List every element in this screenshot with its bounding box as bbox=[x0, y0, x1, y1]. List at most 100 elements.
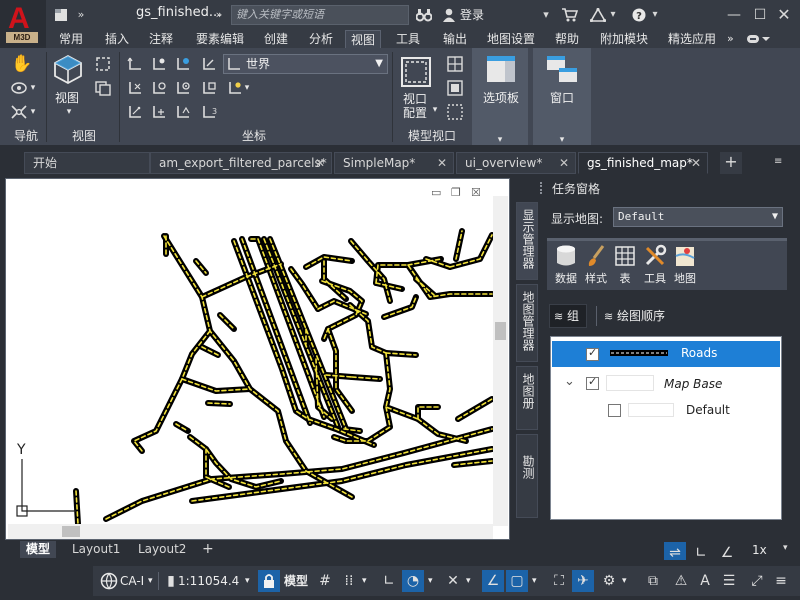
window-dropdown-icon[interactable]: ▾ bbox=[553, 132, 571, 148]
zoom-dropdown-icon[interactable]: ▾ bbox=[28, 104, 38, 120]
layout-tab-model[interactable]: 模型 bbox=[20, 541, 57, 558]
viewport-restore-icon[interactable] bbox=[446, 104, 464, 124]
quick-access-more-icon[interactable]: » bbox=[74, 0, 88, 30]
doc-tab[interactable]: SimpleMap* ✕ bbox=[334, 152, 454, 174]
table-tool-button[interactable]: 表 bbox=[610, 244, 640, 286]
autodesk-app-icon[interactable] bbox=[588, 0, 608, 33]
road-map-drawing[interactable] bbox=[6, 179, 493, 524]
task-pane-grip[interactable] bbox=[540, 182, 546, 194]
map-scale-label[interactable]: 1:11054.4 bbox=[178, 570, 239, 592]
ucs-world-icon[interactable] bbox=[200, 56, 218, 76]
tools-tool-button[interactable]: 工具 bbox=[640, 244, 670, 286]
viewport-minimize-icon[interactable]: ▭ bbox=[431, 186, 441, 199]
style-tool-button[interactable]: 样式 bbox=[581, 244, 611, 286]
zoom-extents-icon[interactable] bbox=[10, 104, 28, 124]
horizontal-scrollbar-thumb[interactable] bbox=[62, 526, 80, 537]
viewport-config-icon[interactable] bbox=[400, 56, 432, 88]
orbit-icon[interactable] bbox=[10, 80, 28, 100]
layer-visibility-checkbox[interactable] bbox=[586, 346, 599, 361]
chevron-down-icon[interactable]: ⌄ bbox=[564, 374, 575, 389]
horizontal-scrollbar[interactable] bbox=[8, 524, 493, 539]
vtab-map-book[interactable]: 地图册 bbox=[516, 366, 538, 430]
tab-list-icon[interactable]: ≡ bbox=[774, 152, 794, 172]
help-icon[interactable]: ? bbox=[630, 0, 648, 33]
viewport-config-label-2[interactable]: 配置 bbox=[403, 106, 427, 120]
data-tool-button[interactable]: 数据 bbox=[551, 244, 581, 286]
quick-properties-icon[interactable]: ⧉ bbox=[642, 570, 664, 592]
display-map-select[interactable]: Default ▼ bbox=[613, 207, 783, 227]
view-button[interactable]: 视图 bbox=[55, 91, 79, 105]
coord-system-dropdown-icon[interactable]: ▾ bbox=[148, 570, 153, 592]
viewport-close-icon[interactable]: ☒ bbox=[471, 186, 481, 199]
object-snap-tracking-icon[interactable]: ∠ bbox=[482, 570, 504, 592]
ucs-x-icon[interactable] bbox=[126, 80, 144, 100]
vtab-survey[interactable]: 勘测 bbox=[516, 434, 538, 518]
zoom-window-icon[interactable] bbox=[94, 56, 112, 76]
view-cube-icon[interactable] bbox=[52, 54, 84, 86]
gear-icon[interactable]: ⚙ bbox=[598, 570, 620, 592]
layer-row-roads[interactable]: Roads bbox=[552, 341, 780, 367]
isometric-icon[interactable]: ✕ bbox=[442, 570, 464, 592]
gear-dropdown-icon[interactable]: ▾ bbox=[622, 570, 627, 592]
polar-dropdown-icon[interactable]: ▾ bbox=[428, 570, 433, 592]
close-icon[interactable]: ✕ bbox=[437, 153, 447, 173]
tab-map-setup[interactable]: 地图设置 bbox=[487, 30, 535, 48]
status-angle-icon[interactable]: ∠ bbox=[716, 542, 738, 562]
search-input[interactable]: 键入关键字或短语 bbox=[231, 5, 409, 25]
palettes-button[interactable]: 选项板 bbox=[483, 91, 519, 105]
layer-row-default[interactable]: Default bbox=[552, 397, 780, 423]
tab-overflow-icon[interactable]: » bbox=[727, 30, 734, 48]
cart-icon[interactable] bbox=[560, 0, 580, 33]
new-tab-icon[interactable]: + bbox=[720, 152, 742, 174]
tab-annotate[interactable]: 注释 bbox=[149, 30, 173, 48]
layer-visibility-checkbox[interactable] bbox=[608, 404, 621, 417]
tab-help[interactable]: 帮助 bbox=[555, 30, 579, 48]
tab-analyze[interactable]: 分析 bbox=[309, 30, 333, 48]
vertical-scrollbar[interactable] bbox=[493, 196, 508, 526]
isometric-dropdown-icon[interactable]: ▾ bbox=[466, 570, 471, 592]
tab-featured-apps[interactable]: 精选应用 bbox=[668, 30, 716, 48]
vtab-display-manager[interactable]: 显示管理器 bbox=[516, 202, 538, 280]
ucs-view-icon[interactable] bbox=[174, 56, 192, 76]
globe-icon[interactable] bbox=[98, 570, 120, 592]
grid-icon[interactable]: # bbox=[314, 570, 336, 592]
orbit-dropdown-icon[interactable]: ▾ bbox=[28, 80, 38, 96]
help-dropdown-icon[interactable]: ▾ bbox=[650, 0, 660, 30]
title-overflow-icon[interactable]: » bbox=[211, 0, 227, 30]
restore-icon[interactable]: ☐ bbox=[750, 0, 770, 30]
layout-tab-layout2[interactable]: Layout2 bbox=[132, 541, 192, 558]
draw-order-button[interactable]: ≋ 绘图顺序 bbox=[604, 304, 665, 328]
user-icon[interactable] bbox=[440, 0, 458, 33]
close-icon[interactable]: ✕ bbox=[315, 153, 325, 173]
doc-tab[interactable]: am_export_filtered_parcels* ✕ bbox=[150, 152, 332, 174]
viewport-join-icon[interactable] bbox=[446, 80, 464, 100]
minimize-icon[interactable]: — bbox=[724, 0, 744, 30]
tab-create[interactable]: 创建 bbox=[264, 30, 288, 48]
named-views-icon[interactable] bbox=[94, 80, 112, 100]
ucs-icon[interactable] bbox=[126, 56, 144, 76]
tab-feature-edit[interactable]: 要素编辑 bbox=[196, 30, 244, 48]
ucs-origin-icon[interactable] bbox=[150, 56, 168, 76]
warning-icon[interactable]: ⚠ bbox=[670, 570, 692, 592]
ucs-named-icon[interactable] bbox=[174, 104, 192, 124]
ribbon-minimize-toggle[interactable] bbox=[745, 30, 771, 48]
ortho-mode-icon[interactable]: ∟ bbox=[378, 570, 400, 592]
ucs-3-icon[interactable]: 3 bbox=[200, 104, 218, 124]
tab-insert[interactable]: 插入 bbox=[105, 30, 129, 48]
new-file-icon[interactable] bbox=[52, 0, 70, 33]
status-ortho-icon[interactable]: ∟ bbox=[690, 542, 712, 562]
vtab-map-explorer[interactable]: 地图管理器 bbox=[516, 284, 538, 362]
doc-tab[interactable]: ui_overview* ✕ bbox=[456, 152, 576, 174]
application-menu-button[interactable]: A M3D bbox=[0, 0, 46, 46]
map-tool-button[interactable]: 地图 bbox=[670, 244, 700, 286]
pan-hand-icon[interactable]: ✋ bbox=[11, 56, 32, 73]
app-dropdown-icon[interactable]: ▾ bbox=[608, 0, 618, 30]
annotation-scale-icon[interactable]: ✈ bbox=[572, 570, 594, 592]
tab-view[interactable]: 视图 bbox=[345, 30, 382, 48]
customize-icon[interactable]: ☰ bbox=[718, 570, 740, 592]
window-button[interactable]: 窗口 bbox=[550, 91, 574, 105]
login-button[interactable]: 登录 bbox=[460, 0, 484, 30]
viewport-config-dropdown-icon[interactable]: ▾ bbox=[430, 102, 440, 118]
ucs-y-icon[interactable] bbox=[150, 80, 168, 100]
doc-tab-start[interactable]: 开始 bbox=[24, 152, 150, 174]
